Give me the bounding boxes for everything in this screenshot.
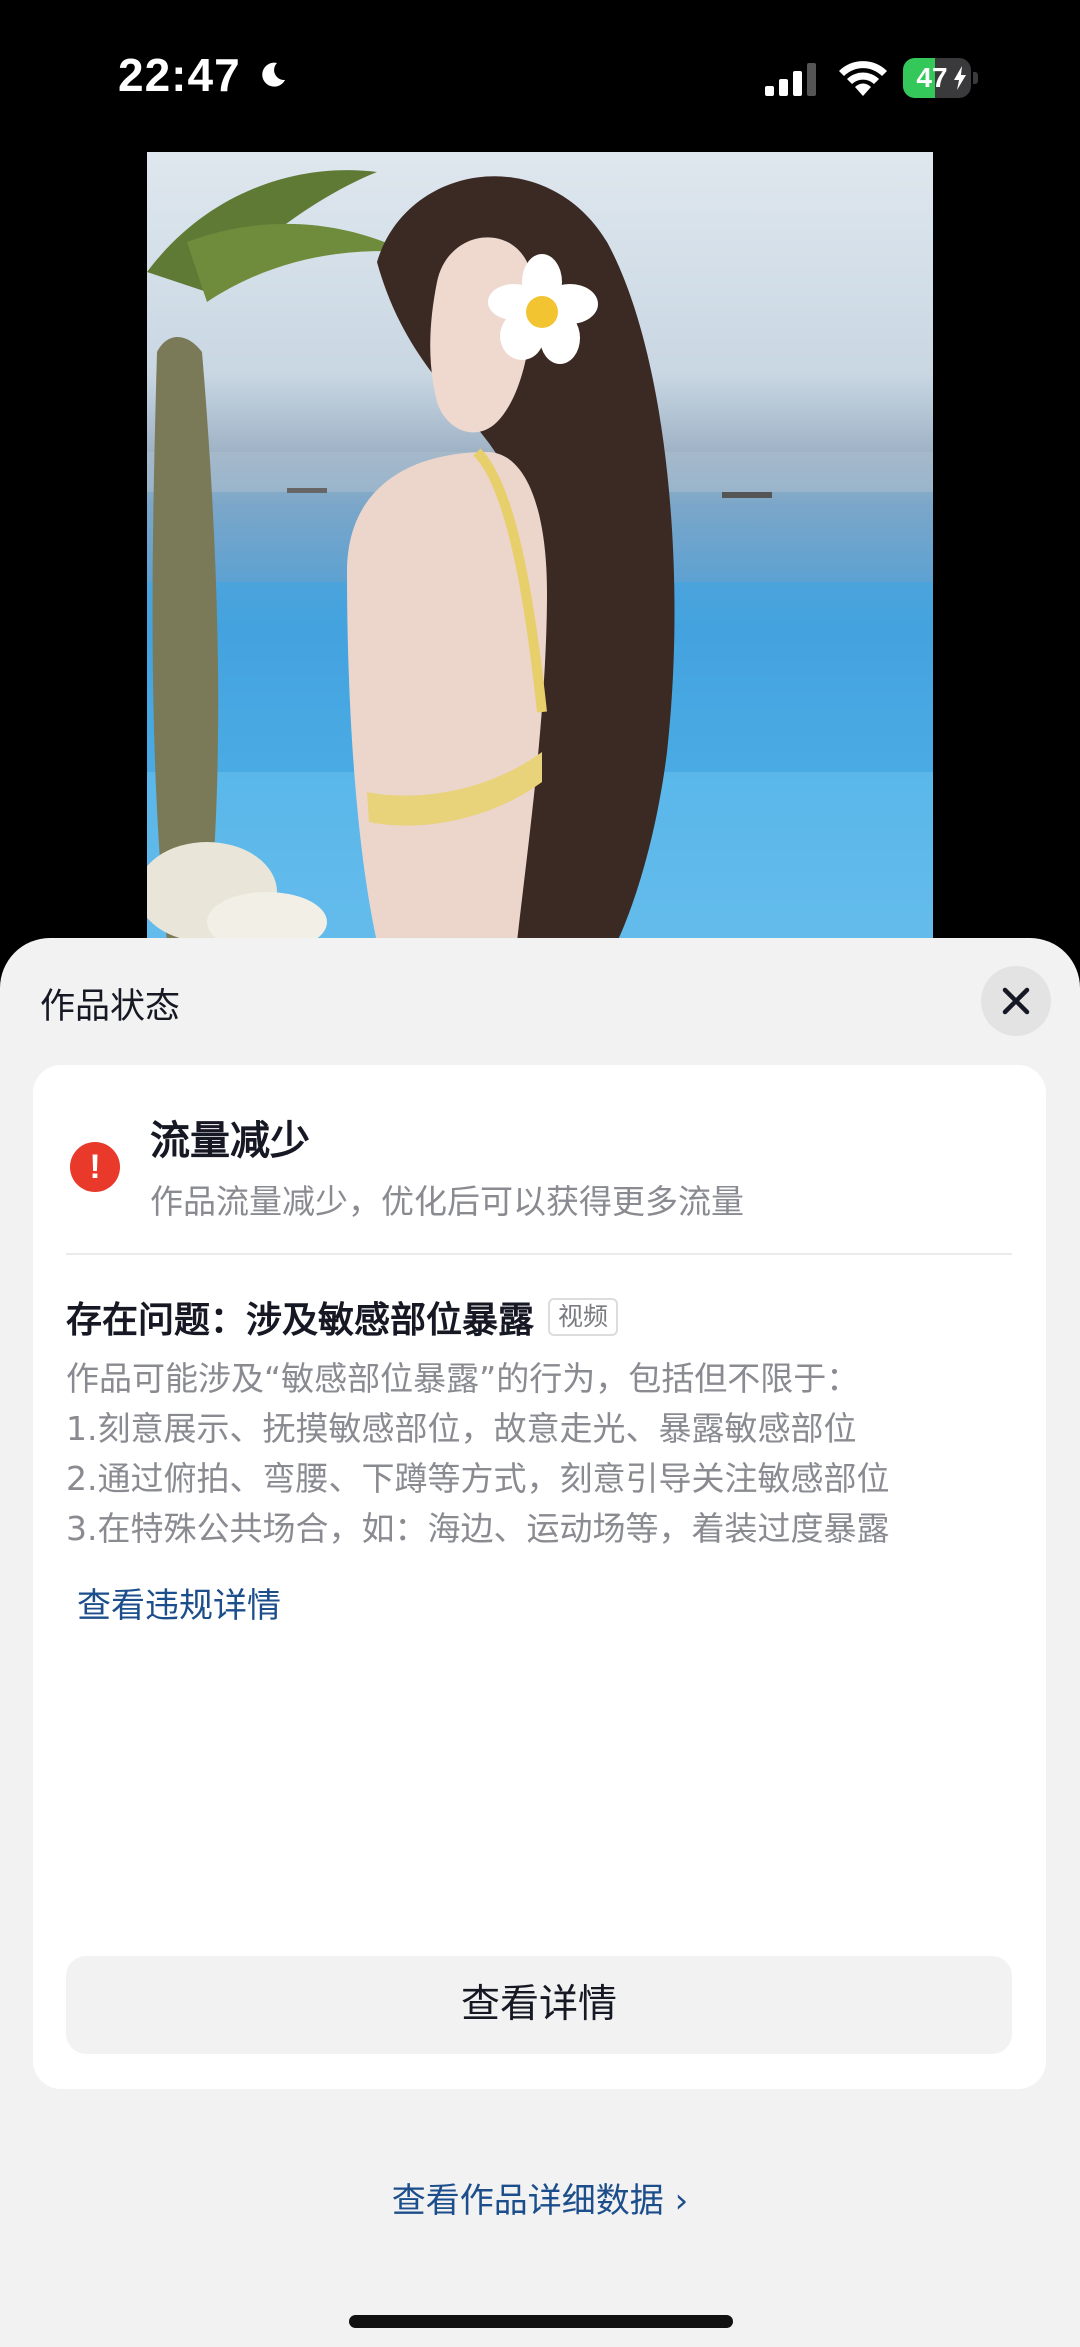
view-detailed-data-link[interactable]: 查看作品详细数据 › bbox=[0, 2173, 1080, 2222]
view-details-button[interactable]: 查看详情 bbox=[66, 1956, 1012, 2054]
bolt-icon bbox=[954, 66, 966, 90]
status-description: 作品流量减少，优化后可以获得更多流量 bbox=[150, 1182, 744, 1221]
issue-description: 作品可能涉及“敏感部位暴露”的行为，包括但不限于： 1.刻意展示、抚摸敏感部位，… bbox=[66, 1354, 1026, 1554]
issue-line: 作品可能涉及“敏感部位暴露”的行为，包括但不限于： bbox=[66, 1359, 860, 1398]
moon-icon bbox=[262, 62, 285, 87]
status-bar: 22:47 47 bbox=[0, 0, 1080, 150]
exclamation-icon: ! bbox=[70, 1142, 120, 1192]
divider bbox=[66, 1253, 1012, 1255]
screen: 22:47 47 作品状态 ! 流量减少 作品流量减少，优化后可以获得更多流量 … bbox=[0, 0, 1080, 2347]
work-status-sheet: 作品状态 ! 流量减少 作品流量减少，优化后可以获得更多流量 存在问题：涉及敏感… bbox=[0, 938, 1080, 2347]
close-button[interactable] bbox=[981, 966, 1051, 1036]
battery-tip bbox=[973, 72, 978, 84]
issue-line: 3.在特殊公共场合，如：海边、运动场等，着装过度暴露 bbox=[66, 1509, 890, 1548]
thumbnail-illustration bbox=[147, 170, 933, 942]
issue-line: 2.通过俯拍、弯腰、下蹲等方式，刻意引导关注敏感部位 bbox=[66, 1459, 890, 1498]
view-violation-details-link[interactable]: 查看违规详情 bbox=[77, 1578, 281, 1627]
sheet-title: 作品状态 bbox=[40, 987, 181, 1027]
issue-title: 存在问题：涉及敏感部位暴露 bbox=[66, 1300, 535, 1341]
cellular-signal-icon bbox=[765, 63, 816, 96]
video-thumbnail[interactable] bbox=[147, 152, 933, 942]
close-icon bbox=[1002, 987, 1030, 1015]
wifi-icon bbox=[839, 61, 887, 96]
status-heading: 流量减少 bbox=[150, 1118, 310, 1164]
home-indicator[interactable] bbox=[349, 2315, 733, 2328]
status-card: ! 流量减少 作品流量减少，优化后可以获得更多流量 存在问题：涉及敏感部位暴露视… bbox=[33, 1065, 1046, 2089]
content-type-tag: 视频 bbox=[548, 1298, 619, 1336]
battery-charging-icon: 47 bbox=[903, 58, 979, 98]
battery-body: 47 bbox=[903, 58, 971, 98]
issue-line: 1.刻意展示、抚摸敏感部位，故意走光、暴露敏感部位 bbox=[66, 1409, 857, 1448]
issue-header: 存在问题：涉及敏感部位暴露 视频 bbox=[66, 1291, 619, 1343]
status-time: 22:47 bbox=[118, 49, 241, 101]
